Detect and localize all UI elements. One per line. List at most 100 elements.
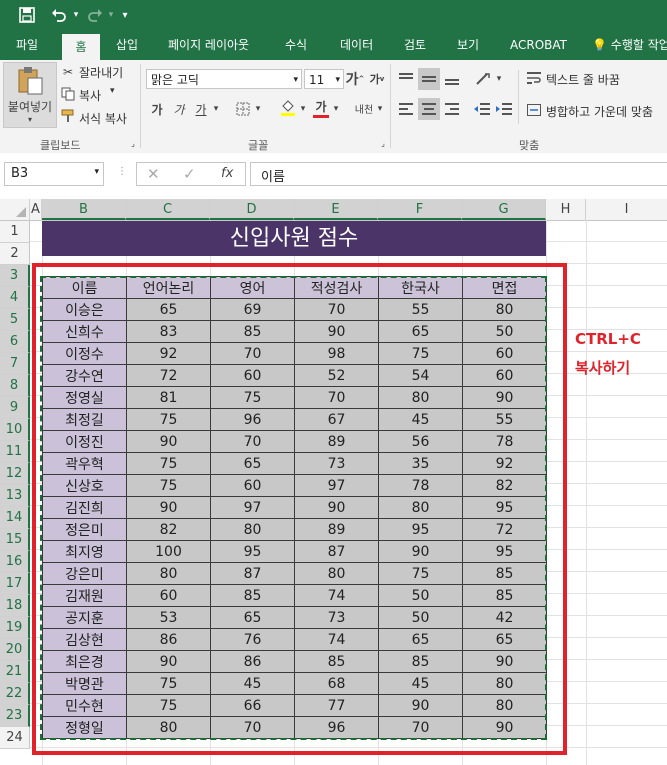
copy-dropdown-icon[interactable]: ▾ bbox=[110, 86, 115, 96]
row-header-21[interactable]: 21 bbox=[0, 661, 30, 683]
undo-dropdown-icon[interactable]: ▾ bbox=[70, 0, 82, 30]
tab-page-layout[interactable]: 페이지 레이아웃 bbox=[168, 30, 249, 60]
column-header-g[interactable]: G bbox=[462, 199, 546, 220]
column-header-h[interactable]: H bbox=[546, 199, 586, 220]
group-alignment-label: 맞춤 bbox=[519, 139, 540, 152]
ribbon-divider bbox=[518, 70, 519, 124]
underline-button[interactable]: 가 bbox=[193, 99, 209, 119]
borders-dropdown-icon[interactable]: ▾ bbox=[253, 99, 263, 119]
tab-home[interactable]: 홈 bbox=[62, 34, 100, 60]
align-bottom-icon[interactable] bbox=[442, 68, 462, 90]
tab-data[interactable]: 데이터 bbox=[340, 30, 373, 60]
decrease-indent-icon[interactable] bbox=[472, 98, 492, 120]
row-header-5[interactable]: 5 bbox=[0, 309, 30, 331]
column-header-e[interactable]: E bbox=[294, 199, 378, 220]
underline-dropdown-icon[interactable]: ▾ bbox=[211, 99, 221, 119]
format-painter-icon bbox=[60, 108, 76, 124]
orientation-icon[interactable] bbox=[472, 68, 494, 90]
row-header-1[interactable]: 1 bbox=[0, 221, 30, 243]
phonetic-button[interactable]: 내천 bbox=[353, 97, 375, 119]
column-header-b[interactable]: B bbox=[42, 199, 126, 220]
phonetic-dropdown-icon[interactable]: ▾ bbox=[375, 99, 385, 119]
insert-function-icon[interactable]: fx bbox=[221, 166, 233, 181]
formula-input[interactable]: 이름 bbox=[250, 162, 667, 186]
tab-formulas[interactable]: 수식 bbox=[285, 30, 307, 60]
row-header-16[interactable]: 16 bbox=[0, 551, 30, 573]
column-header-a[interactable]: A bbox=[30, 199, 42, 220]
redo-icon[interactable] bbox=[84, 0, 106, 30]
row-header-7[interactable]: 7 bbox=[0, 353, 30, 375]
chevron-down-icon: ▾ bbox=[27, 115, 32, 124]
row-header-12[interactable]: 12 bbox=[0, 463, 30, 485]
enter-icon[interactable]: ✓ bbox=[183, 165, 196, 183]
fill-color-icon[interactable] bbox=[278, 97, 298, 119]
row-header-10[interactable]: 10 bbox=[0, 419, 30, 441]
row-header-19[interactable]: 19 bbox=[0, 617, 30, 639]
merge-center-button[interactable]: 병합하고 가운데 맞춤 bbox=[546, 103, 653, 120]
row-header-4[interactable]: 4 bbox=[0, 287, 30, 309]
sheet-title[interactable]: 신입사원 점수 bbox=[42, 221, 546, 256]
font-color-dropdown-icon[interactable]: ▾ bbox=[331, 99, 341, 119]
customize-icon[interactable]: ▾ bbox=[118, 0, 132, 30]
row-header-3[interactable]: 3 bbox=[0, 265, 30, 287]
row-header-6[interactable]: 6 bbox=[0, 331, 30, 353]
wrap-text-button[interactable]: 텍스트 줄 바꿈 bbox=[546, 71, 620, 88]
orientation-dropdown-icon[interactable]: ▾ bbox=[494, 68, 504, 90]
tab-review[interactable]: 검토 bbox=[404, 30, 426, 60]
tab-insert[interactable]: 삽입 bbox=[116, 30, 138, 60]
paste-button[interactable]: 붙여넣기 ▾ bbox=[3, 62, 57, 128]
grow-font-label: 가 bbox=[345, 72, 359, 88]
row-header-22[interactable]: 22 bbox=[0, 683, 30, 705]
column-header-c[interactable]: C bbox=[126, 199, 210, 220]
bold-button[interactable]: 가 bbox=[149, 99, 165, 119]
font-color-button[interactable]: 가 bbox=[311, 97, 331, 119]
row-header-13[interactable]: 13 bbox=[0, 485, 30, 507]
row-header-15[interactable]: 15 bbox=[0, 529, 30, 551]
row-header-18[interactable]: 18 bbox=[0, 595, 30, 617]
align-top-icon[interactable] bbox=[396, 68, 416, 90]
font-name-select[interactable]: 맑은 고딕 ▾ bbox=[146, 69, 302, 89]
cancel-icon[interactable]: ✕ bbox=[147, 165, 160, 183]
fill-color-dropdown-icon[interactable]: ▾ bbox=[298, 99, 308, 119]
column-header-f[interactable]: F bbox=[378, 199, 462, 220]
increase-indent-icon[interactable] bbox=[494, 98, 514, 120]
tab-file[interactable]: 파일 bbox=[16, 30, 38, 60]
save-icon[interactable] bbox=[14, 0, 40, 30]
row-header-20[interactable]: 20 bbox=[0, 639, 30, 661]
align-right-icon[interactable] bbox=[442, 98, 462, 120]
align-middle-icon[interactable] bbox=[418, 68, 440, 90]
dialog-launcher-icon[interactable]: ⌟ bbox=[378, 138, 388, 148]
italic-button[interactable]: 가 bbox=[171, 99, 187, 119]
row-header-24[interactable]: 24 bbox=[0, 727, 30, 749]
row-header-17[interactable]: 17 bbox=[0, 573, 30, 595]
dialog-launcher-icon[interactable]: ⌟ bbox=[128, 138, 138, 148]
font-size-value: 11 bbox=[309, 73, 325, 87]
copy-button[interactable]: 복사 bbox=[79, 87, 101, 104]
cut-button[interactable]: 잘라내기 bbox=[79, 64, 123, 81]
row-header-2[interactable]: 2 bbox=[0, 243, 30, 265]
column-header-i[interactable]: I bbox=[586, 199, 667, 220]
tab-tell-me[interactable]: 💡 수행할 작업 bbox=[592, 30, 667, 60]
grow-font-button[interactable]: 가 ^ bbox=[345, 69, 365, 89]
merge-center-icon bbox=[526, 102, 542, 118]
select-all-corner[interactable] bbox=[0, 199, 30, 220]
group-font-label: 글꼴 bbox=[248, 139, 269, 152]
align-left-icon[interactable] bbox=[396, 98, 416, 120]
borders-icon[interactable] bbox=[233, 99, 253, 119]
row-header-8[interactable]: 8 bbox=[0, 375, 30, 397]
row-header-9[interactable]: 9 bbox=[0, 397, 30, 419]
undo-icon[interactable] bbox=[48, 0, 70, 30]
tab-acrobat[interactable]: ACROBAT bbox=[510, 30, 567, 60]
format-painter-button[interactable]: 서식 복사 bbox=[79, 110, 127, 127]
font-size-select[interactable]: 11 ▾ bbox=[304, 69, 344, 89]
align-center-icon[interactable] bbox=[418, 98, 440, 120]
row-header-23[interactable]: 23 bbox=[0, 705, 30, 727]
tab-view[interactable]: 보기 bbox=[457, 30, 479, 60]
font-color-label: 가 bbox=[315, 100, 327, 114]
row-header-14[interactable]: 14 bbox=[0, 507, 30, 529]
row-header-11[interactable]: 11 bbox=[0, 441, 30, 463]
redo-dropdown-icon[interactable]: ▾ bbox=[106, 0, 116, 30]
name-box[interactable]: B3 ▾ bbox=[4, 162, 104, 186]
column-header-d[interactable]: D bbox=[210, 199, 294, 220]
shrink-font-button[interactable]: 가v bbox=[368, 69, 386, 89]
